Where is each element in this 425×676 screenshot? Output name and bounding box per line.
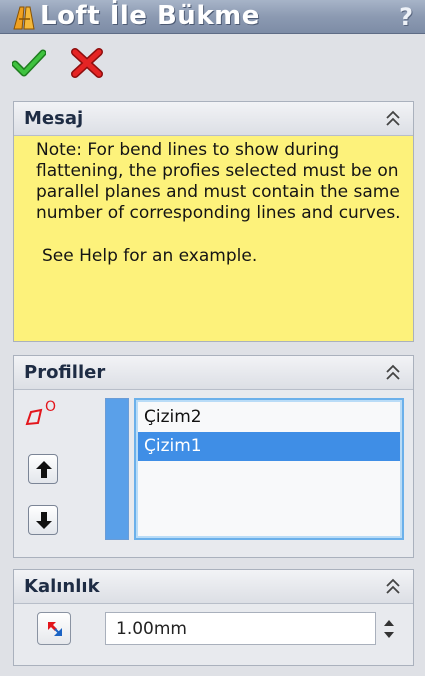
list-item-selected[interactable]: Çizim1 <box>138 432 400 461</box>
list-item[interactable]: Çizim2 <box>138 403 400 432</box>
window-title: Loft İle Bükme <box>40 1 260 31</box>
collapse-chevron-icon[interactable] <box>385 363 401 381</box>
reverse-direction-icon <box>47 621 62 636</box>
spinner-arrows-icon[interactable] <box>380 614 398 644</box>
arrow-down-icon <box>36 512 52 529</box>
profile-icon-superscript: O <box>45 399 56 415</box>
loft-bend-icon <box>13 6 35 30</box>
reverse-direction-button[interactable] <box>37 612 71 645</box>
profiles-panel: Profiller O Çizim2 Çizim1 <box>13 355 414 558</box>
profiles-panel-header[interactable]: Profiller <box>14 356 413 390</box>
thickness-input[interactable] <box>105 612 376 645</box>
property-toolbar <box>0 34 425 90</box>
move-down-button[interactable] <box>28 505 58 535</box>
thickness-panel: Kalınlık <box>13 569 414 666</box>
cancel-x-icon[interactable] <box>70 48 104 78</box>
move-up-button[interactable] <box>28 454 58 484</box>
thickness-panel-header[interactable]: Kalınlık <box>14 570 413 604</box>
thickness-panel-title: Kalınlık <box>24 576 100 597</box>
help-icon[interactable]: ? <box>399 3 413 31</box>
collapse-chevron-icon[interactable] <box>385 577 401 595</box>
message-panel-header[interactable]: Mesaj <box>14 102 413 136</box>
message-panel: Mesaj Note: For bend lines to show durin… <box>13 101 414 342</box>
message-panel-title: Mesaj <box>24 108 84 129</box>
collapse-chevron-icon[interactable] <box>385 109 401 127</box>
profile-list[interactable]: Çizim2 Çizim1 <box>134 398 404 540</box>
message-note: Note: For bend lines to show during flat… <box>36 140 401 223</box>
selection-color-strip <box>105 398 129 540</box>
message-help-text: See Help for an example. <box>42 246 258 266</box>
ok-checkmark-icon[interactable] <box>12 48 46 78</box>
arrow-up-icon <box>36 461 52 478</box>
profile-sketch-icon: O <box>25 399 56 426</box>
profiles-panel-title: Profiller <box>24 362 106 383</box>
title-bar: Loft İle Bükme ? <box>0 0 425 34</box>
message-body: Note: For bend lines to show during flat… <box>14 136 413 341</box>
